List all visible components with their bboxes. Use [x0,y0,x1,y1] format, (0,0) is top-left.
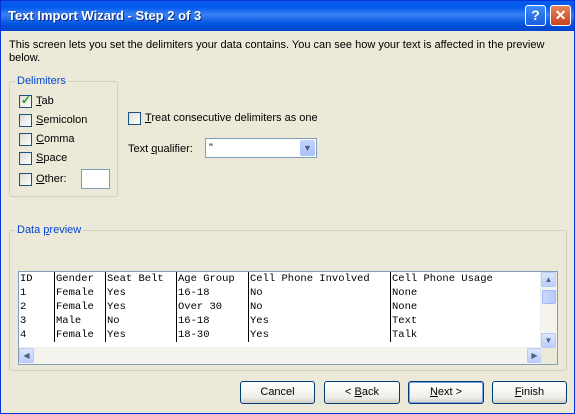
preview-cell: Cell Phone Usage [390,272,522,286]
data-preview-grid[interactable]: ID Gender Seat Belt Age Group Cell Phone Inv… [18,271,558,365]
preview-cell: Age Group [176,272,249,286]
preview-cell: No [105,314,177,328]
preview-row: 4 Female Yes 18-30 Yes Talk [19,328,522,342]
preview-cell: Yes [105,300,177,314]
preview-cell: Yes [105,286,177,300]
preview-cell: Male [54,314,106,328]
preview-cell: 16-18 [176,314,249,328]
preview-cell: 16-18 [176,286,249,300]
window-title: Text Import Wizard - Step 2 of 3 [8,8,202,23]
consecutive-checkbox[interactable] [128,112,141,125]
preview-cell: Over 30 [176,300,249,314]
preview-cell: Female [54,300,106,314]
finish-button[interactable]: Finish [492,381,567,404]
preview-cell: Cell Phone Involved [248,272,391,286]
preview-cell: No [248,286,391,300]
preview-cell: No [248,300,391,314]
preview-cell: 4 [20,329,27,341]
scroll-right-icon[interactable]: ▶ [527,348,542,363]
scrollbar-corner [541,348,557,364]
comma-label: Comma [36,133,75,145]
scroll-left-icon[interactable]: ◀ [19,348,34,363]
preview-cell: Text [390,314,522,328]
preview-cell: Female [54,328,106,342]
preview-row: 2 Female Yes Over 30 No None [19,300,522,314]
data-preview-title: Data preview [15,224,84,236]
cancel-button[interactable]: Cancel [240,381,315,404]
preview-cell: Yes [105,328,177,342]
consecutive-label: Treat consecutive delimiters as one [145,112,318,124]
preview-cell: Gender [54,272,106,286]
space-checkbox[interactable] [19,152,32,165]
back-button[interactable]: < Back [324,381,400,404]
semicolon-label: Semicolon [36,114,88,126]
preview-cell: 2 [20,301,27,313]
preview-cell: Seat Belt [105,272,177,286]
tab-checkbox[interactable]: ✓ [19,93,32,108]
preview-cell: ID [20,273,33,285]
delimiters-group-title: Delimiters [15,75,68,87]
text-qualifier-value: " [209,142,213,154]
horizontal-scrollbar[interactable]: ◀ ▶ [19,347,542,364]
scroll-down-icon[interactable]: ▼ [541,333,556,348]
other-checkbox[interactable] [19,173,32,186]
space-label: Space [36,152,68,164]
tab-label: Tab [36,95,54,107]
other-delimiter-input[interactable] [81,169,110,189]
preview-cell: 3 [20,315,27,327]
preview-row: 3 Male No 16-18 Yes Text [19,314,522,328]
comma-checkbox[interactable] [19,133,32,146]
intro-text: This screen lets you set the delimiters … [9,39,545,64]
preview-cell: 18-30 [176,328,249,342]
vertical-scrollbar[interactable]: ▲ ▼ [540,272,557,348]
close-button[interactable]: ✕ [550,5,571,26]
next-button[interactable]: Next > [408,381,484,404]
preview-cell: Talk [390,328,522,342]
preview-row: ID Gender Seat Belt Age Group Cell Phone Inv… [19,272,522,286]
title-bar[interactable]: Text Import Wizard - Step 2 of 3 ? ✕ [1,1,574,31]
semicolon-checkbox[interactable] [19,114,32,127]
preview-cell: Yes [248,328,391,342]
preview-cell: None [390,286,522,300]
check-icon: ✓ [21,93,32,107]
other-label: Other: [36,173,67,185]
help-button[interactable]: ? [525,5,546,26]
dropdown-arrow-icon[interactable]: ▼ [300,140,315,156]
scroll-up-icon[interactable]: ▲ [541,272,556,287]
text-qualifier-label: Text qualifier: [128,143,193,155]
text-import-wizard-window: Text Import Wizard - Step 2 of 3 ? ✕ Thi… [0,0,575,414]
preview-cell: 1 [20,287,27,299]
vertical-scroll-thumb[interactable] [542,290,556,304]
text-qualifier-select[interactable]: " ▼ [205,138,317,158]
preview-cell: None [390,300,522,314]
preview-cell: Yes [248,314,391,328]
preview-table: ID Gender Seat Belt Age Group Cell Phone Inv… [19,272,522,342]
preview-row: 1 Female Yes 16-18 No None [19,286,522,300]
preview-cell: Female [54,286,106,300]
